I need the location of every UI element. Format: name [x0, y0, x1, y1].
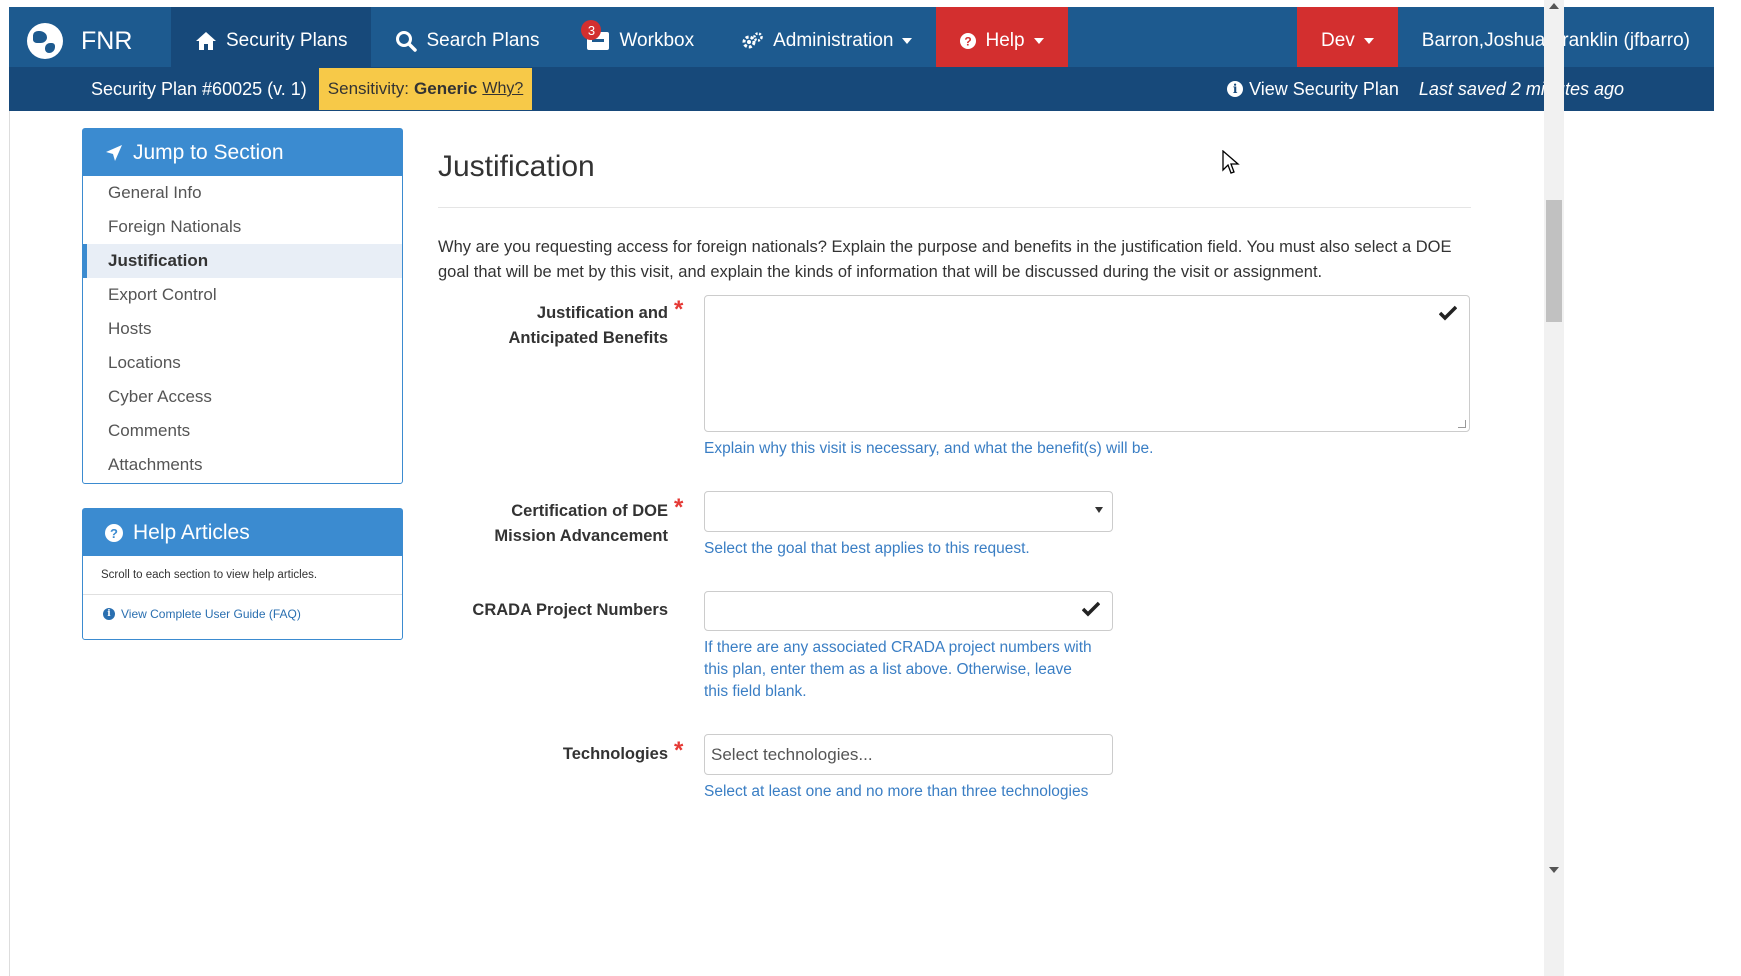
sensitivity-label: Sensitivity:: [327, 79, 410, 98]
info-icon: i: [1227, 81, 1244, 97]
view-security-plan-link[interactable]: i View Security Plan: [1227, 79, 1399, 100]
sensitivity-badge: Sensitivity: Generic Why?: [318, 68, 533, 110]
crada-help: If there are any associated CRADA projec…: [704, 637, 1124, 703]
section-item-comments[interactable]: Comments: [83, 414, 402, 448]
help-articles-text: Scroll to each section to view help arti…: [83, 556, 402, 595]
sensitivity-value: Generic: [414, 79, 478, 98]
section-list: General Info Foreign Nationals Justifica…: [83, 176, 402, 482]
inbox-icon-wrap: 3: [581, 20, 610, 50]
user-guide-link[interactable]: i View Complete User Guide (FAQ): [83, 595, 402, 633]
technologies-label: Technologies: [562, 745, 668, 763]
brand-name: FNR: [81, 26, 133, 55]
nav-dev[interactable]: Dev: [1296, 7, 1398, 75]
scrollbar-thumb[interactable]: [1546, 200, 1562, 322]
justification-label-line1: Justification and: [536, 304, 668, 322]
page-title: Justification: [438, 150, 595, 183]
crada-help-line1: If there are any associated CRADA projec…: [704, 639, 1092, 656]
why-link[interactable]: Why?: [482, 80, 523, 98]
gears-icon: [742, 32, 764, 50]
crada-label: CRADA Project Numbers: [472, 601, 668, 619]
certification-select[interactable]: [704, 491, 1113, 532]
required-asterisk: *: [674, 296, 684, 323]
title-divider: [438, 207, 1471, 208]
crada-help-line2: this plan, enter them as a list above. O…: [704, 661, 1072, 678]
section-item-attachments[interactable]: Attachments: [83, 448, 402, 482]
justification-textarea[interactable]: [704, 295, 1470, 432]
plan-subbar: Security Plan #60025 (v. 1) Sensitivity:…: [9, 67, 1714, 111]
technologies-help: Select at least one and no more than thr…: [704, 783, 1089, 800]
resize-grip-icon[interactable]: [1458, 420, 1466, 428]
nav-search-plans-label: Search Plans: [426, 30, 540, 51]
nav-security-plans-label: Security Plans: [226, 30, 348, 51]
svg-text:?: ?: [965, 35, 972, 49]
help-articles-panel: ? Help Articles Scroll to each section t…: [82, 508, 403, 640]
scroll-down-arrow-icon[interactable]: [1549, 867, 1559, 873]
justification-label: Justification and Anticipated Benefits: [470, 301, 668, 351]
certification-label-line2: Mission Advancement: [494, 527, 668, 545]
help-articles-title: Help Articles: [133, 520, 250, 544]
user-guide-link-label: View Complete User Guide (FAQ): [121, 607, 301, 621]
nav-dev-label: Dev: [1320, 30, 1355, 51]
certification-label: Certification of DOE Mission Advancement: [440, 499, 668, 549]
plan-id: Security Plan #60025 (v. 1): [91, 78, 307, 99]
mouse-cursor-icon: [1222, 149, 1240, 181]
home-icon: [195, 31, 217, 51]
caret-down-icon: [1095, 507, 1103, 513]
crada-input[interactable]: [704, 591, 1113, 631]
question-circle-icon: ?: [105, 523, 123, 542]
brand[interactable]: FNR: [9, 7, 171, 75]
svg-text:?: ?: [110, 526, 118, 541]
certification-help: Select the goal that best applies to thi…: [704, 540, 1030, 557]
nav-administration-label: Administration: [773, 30, 894, 51]
section-item-foreign-nationals[interactable]: Foreign Nationals: [83, 210, 402, 244]
certification-label-line1: Certification of DOE: [511, 502, 668, 520]
chevron-down-icon: [902, 38, 913, 44]
help-articles-header: ? Help Articles: [83, 509, 402, 556]
view-security-plan-label: View Security Plan: [1249, 78, 1399, 99]
search-icon: [395, 30, 418, 52]
globe-icon: [27, 23, 63, 59]
nav-help[interactable]: ? Help: [936, 7, 1068, 75]
jump-to-section-title: Jump to Section: [133, 140, 284, 164]
top-navbar: FNR Security Plans Search Plans 3 Workbo…: [9, 7, 1714, 75]
section-item-cyber-access[interactable]: Cyber Access: [83, 380, 402, 414]
required-asterisk: *: [674, 737, 684, 764]
nav-search-plans[interactable]: Search Plans: [371, 7, 563, 75]
section-item-hosts[interactable]: Hosts: [83, 312, 402, 346]
nav-workbox-label: Workbox: [619, 30, 695, 51]
section-item-export-control[interactable]: Export Control: [83, 278, 402, 312]
justification-help: Explain why this visit is necessary, and…: [704, 440, 1154, 457]
chevron-down-icon: [1363, 38, 1374, 44]
checkmark-icon: [1081, 600, 1101, 623]
required-asterisk: *: [674, 494, 684, 521]
justification-label-line2: Anticipated Benefits: [508, 329, 668, 347]
section-item-justification[interactable]: Justification: [83, 244, 402, 278]
scroll-up-arrow-icon[interactable]: [1549, 3, 1559, 9]
nav-workbox[interactable]: 3 Workbox: [563, 7, 718, 75]
technologies-input[interactable]: Select technologies...: [704, 734, 1113, 775]
question-circle-icon: ?: [960, 33, 977, 49]
nav-security-plans[interactable]: Security Plans: [171, 7, 372, 75]
crada-help-line3: this field blank.: [704, 683, 807, 700]
jump-to-section-panel: Jump to Section General Info Foreign Nat…: [82, 128, 403, 484]
checkmark-icon: [1438, 304, 1458, 327]
technologies-placeholder: Select technologies...: [711, 745, 873, 764]
section-item-locations[interactable]: Locations: [83, 346, 402, 380]
info-icon: i: [103, 608, 115, 620]
subbar-right: i View Security Plan Last saved 2 minute…: [1227, 79, 1624, 100]
last-saved: Last saved 2 minutes ago: [1418, 78, 1624, 99]
vertical-scrollbar[interactable]: [1544, 0, 1564, 976]
nav-administration[interactable]: Administration: [718, 7, 936, 75]
nav-help-label: Help: [985, 30, 1025, 51]
location-arrow-icon: [105, 144, 123, 162]
section-item-general-info[interactable]: General Info: [83, 176, 402, 210]
chevron-down-icon: [1033, 38, 1044, 44]
section-intro: Why are you requesting access for foreig…: [438, 238, 1452, 281]
jump-to-section-header: Jump to Section: [83, 129, 402, 176]
